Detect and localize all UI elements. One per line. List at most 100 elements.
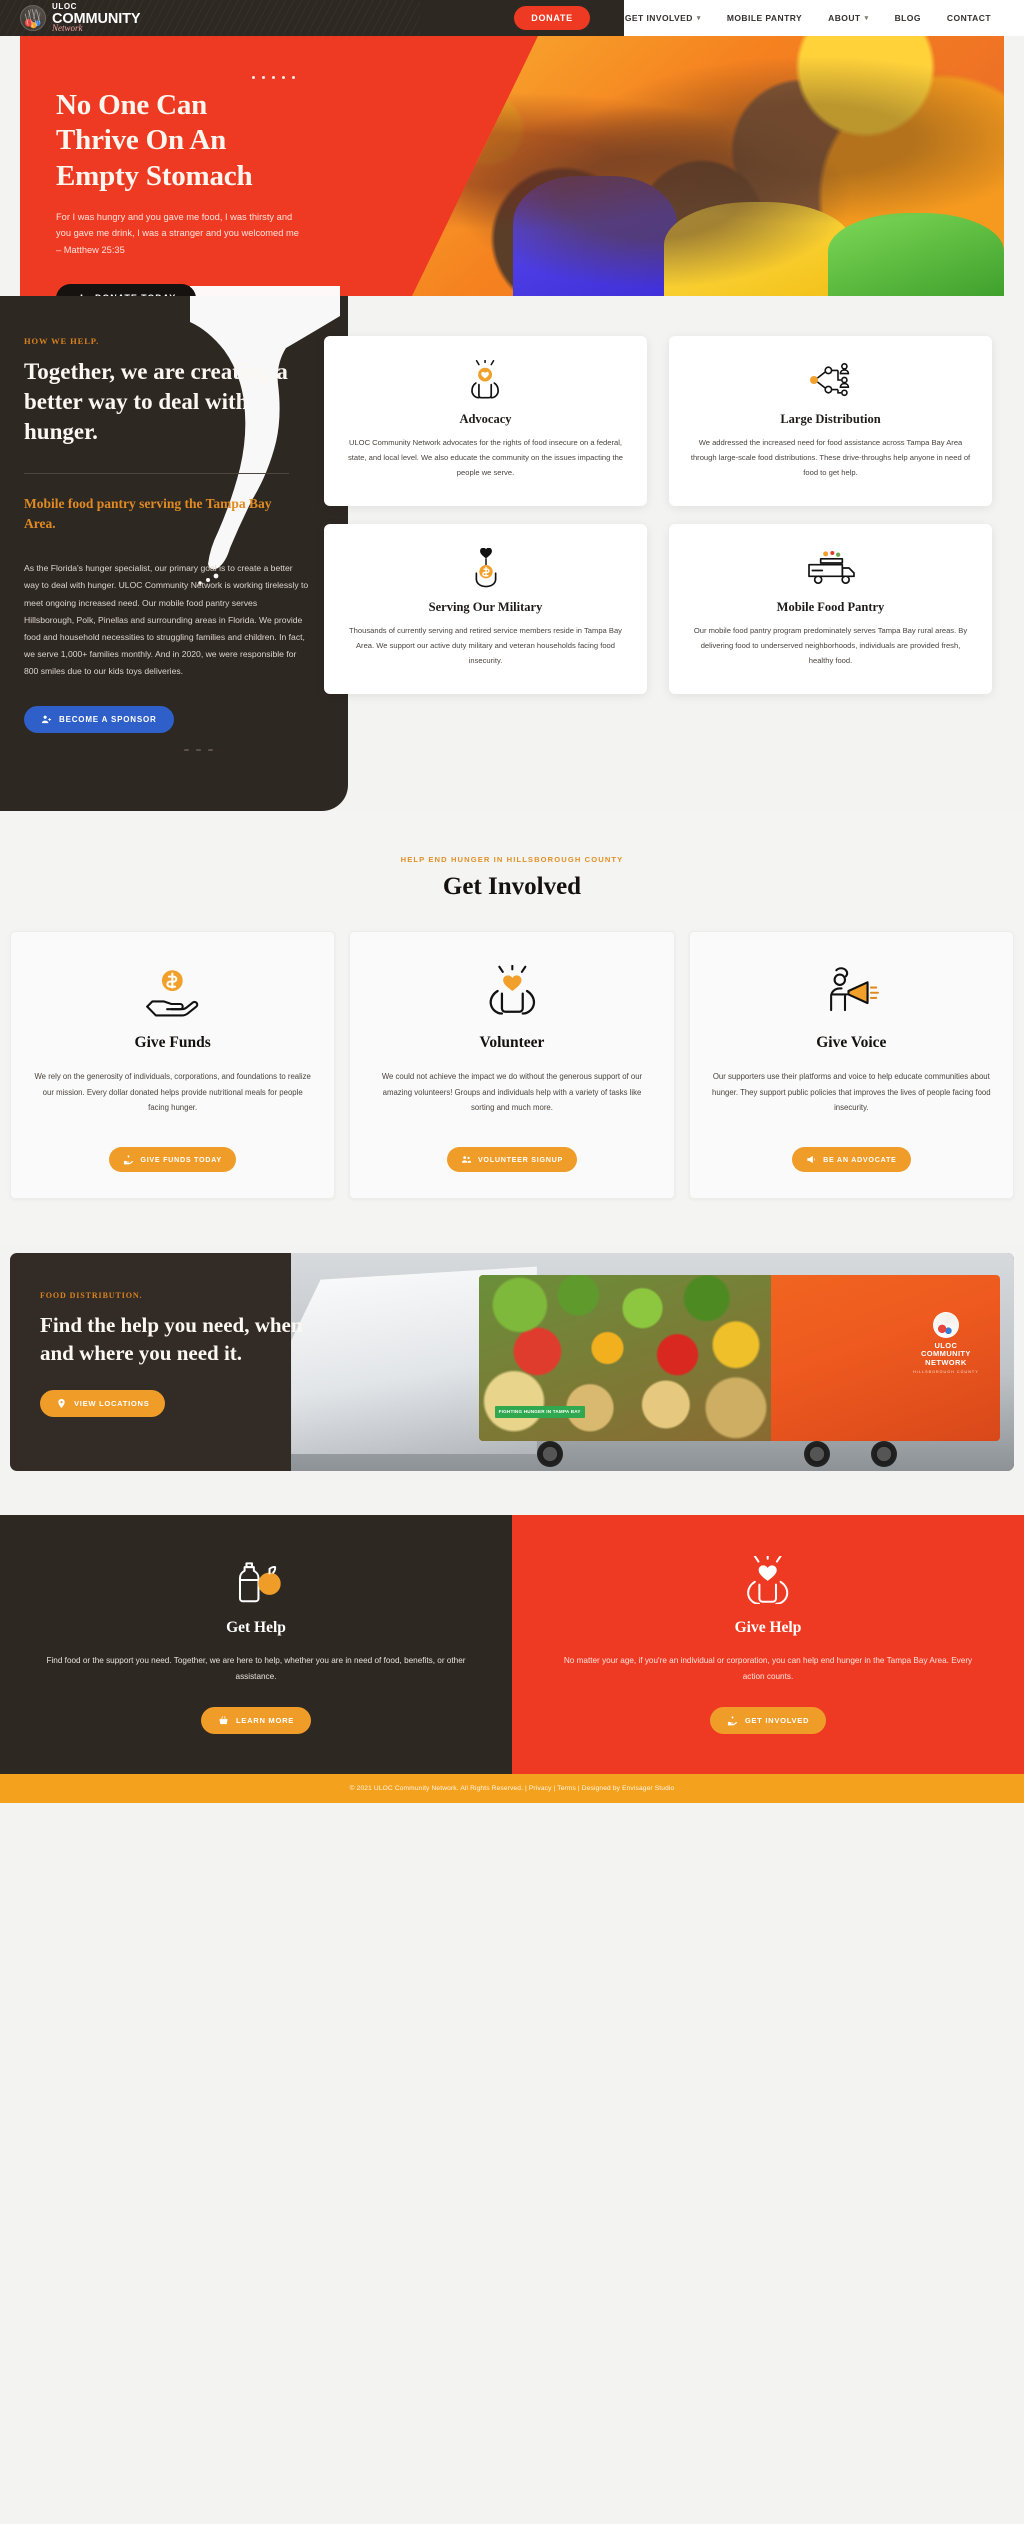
hero-photo-shape (663, 202, 853, 296)
hand-holding-heart-icon (727, 1715, 738, 1726)
bullhorn-icon (806, 1154, 817, 1165)
get-involved-card-body: Our supporters use their platforms and v… (712, 1072, 991, 1112)
help-card-body: Thousands of currently serving and retir… (349, 626, 622, 665)
nav-label: GET INVOLVED (624, 13, 693, 23)
truck-brand-line-3: NETWORK (925, 1357, 967, 1367)
how-we-help-section: HOW WE HELP. Together, we are creating a… (0, 286, 1024, 812)
nav-label: ABOUT (828, 13, 861, 23)
hand-holding-dollar-icon (33, 960, 312, 1022)
site-header: ULOC COMMUNITY Network DONATE GET INVOLV… (0, 0, 1024, 36)
help-card-body: Our mobile food pantry program predomina… (693, 626, 968, 665)
giving-hands-heart-icon (552, 1551, 984, 1609)
site-logo[interactable]: ULOC COMMUNITY Network (20, 1, 141, 34)
military-heart-coin-icon (344, 546, 627, 590)
get-involved-button[interactable]: GET INVOLVED (709, 1707, 827, 1735)
get-help-title: Get Help (226, 1619, 286, 1637)
help-card-large-distribution[interactable]: Large Distribution We addressed the incr… (669, 336, 992, 506)
hand-holding-heart-icon (76, 293, 87, 296)
nav-item-about[interactable]: ABOUT ▾ (815, 13, 881, 23)
get-involved-title: Get Involved (442, 873, 582, 901)
users-icon (461, 1154, 472, 1165)
nav-label: BLOG (894, 13, 921, 23)
view-locations-label: VIEW LOCATIONS (74, 1398, 150, 1408)
globe-logo-icon (932, 1311, 959, 1338)
learn-more-button[interactable]: LEARN MORE (200, 1707, 312, 1735)
truck-graphic: FIGHTING HUNGER IN TAMPA BAY ULOC COMMUN… (479, 1275, 1000, 1441)
carousel-indicator[interactable] (24, 733, 372, 752)
get-involved-card-body: We could not achieve the impact we do wi… (381, 1072, 643, 1112)
get-involved-card-give-funds[interactable]: Give Funds We rely on the generosity of … (10, 931, 336, 1200)
how-we-help-subtitle: Mobile food pantry serving the Tampa Bay… (24, 495, 272, 531)
help-card-body: ULOC Community Network advocates for the… (347, 438, 624, 477)
distribution-network-icon (689, 358, 972, 402)
nav-item-blog[interactable]: BLOG (882, 13, 934, 23)
food-distribution-title: Find the help you need, when and where y… (40, 1313, 303, 1366)
help-card-title: Large Distribution (780, 412, 881, 426)
truck-wheels (508, 1437, 985, 1468)
hero-photo-shape (827, 212, 1004, 296)
footer-copyright[interactable]: © 2021 ULOC Community Network. All Right… (0, 1785, 1024, 1792)
volunteer-hands-heart-icon (372, 960, 651, 1022)
divider (24, 472, 289, 474)
logo-line-1: ULOC (52, 1, 78, 11)
how-we-help-eyebrow: HOW WE HELP. (24, 336, 100, 346)
chevron-down-icon: ▾ (696, 15, 701, 22)
get-involved-card-title: Give Voice (816, 1034, 887, 1052)
help-card-body: We addressed the increased need for food… (690, 438, 971, 477)
logo-wordmark: ULOC COMMUNITY Network (52, 1, 141, 34)
volunteer-signup-label: VOLUNTEER SIGNUP (477, 1155, 564, 1165)
globe-logo-icon (20, 5, 46, 31)
donate-button[interactable]: DONATE (514, 6, 590, 30)
get-involved-cards: Give Funds We rely on the generosity of … (10, 931, 1014, 1200)
help-split-section: Get Help Find food or the support you ne… (0, 1515, 1024, 1775)
donate-today-button[interactable]: DONATE TODAY (56, 283, 197, 296)
get-involved-section: HELP END HUNGER IN HILLSBOROUGH COUNTY G… (0, 811, 1024, 1244)
get-help-body: Find food or the support you need. Toget… (46, 1656, 466, 1682)
get-involved-card-volunteer[interactable]: Volunteer We could not achieve the impac… (349, 931, 675, 1200)
basket-icon (218, 1715, 229, 1726)
help-card-serving-our-military[interactable]: Serving Our Military Thousands of curren… (324, 524, 647, 694)
map-marker-icon (56, 1398, 67, 1409)
learn-more-label: LEARN MORE (235, 1716, 295, 1726)
site-footer: © 2021 ULOC Community Network. All Right… (0, 1774, 1024, 1804)
hero-banner: No One Can Thrive On An Empty Stomach Fo… (20, 36, 1004, 296)
help-card-mobile-food-pantry[interactable]: Mobile Food Pantry Our mobile food pantr… (669, 524, 992, 694)
view-locations-button[interactable]: VIEW LOCATIONS (40, 1389, 166, 1417)
megaphone-person-icon (712, 960, 991, 1022)
become-a-sponsor-button[interactable]: BECOME A SPONSOR (24, 706, 174, 734)
become-a-sponsor-label: BECOME A SPONSOR (59, 715, 157, 725)
nav-item-get-involved[interactable]: GET INVOLVED ▾ (612, 13, 714, 23)
hero-children-photo (412, 36, 1004, 296)
help-card-title: Advocacy (459, 412, 512, 426)
hero-photo-shape (512, 176, 677, 296)
help-card-advocacy[interactable]: Advocacy ULOC Community Network advocate… (324, 336, 647, 506)
help-card-title: Mobile Food Pantry (776, 600, 885, 614)
hero-title-line-1: No One Can (56, 89, 208, 121)
hero-title-line-2: Thrive On An (56, 124, 227, 157)
hero-subtitle: For I was hungry and you gave me food, I… (56, 212, 299, 255)
hero-title-line-3: Empty Stomach (56, 159, 253, 192)
get-involved-card-give-voice[interactable]: Give Voice Our supporters use their plat… (688, 931, 1014, 1200)
nav-item-mobile-pantry[interactable]: MOBILE PANTRY (714, 13, 815, 23)
donate-today-label: DONATE TODAY (95, 293, 176, 296)
give-funds-today-button[interactable]: GIVE FUNDS TODAY (109, 1147, 236, 1173)
how-we-help-cards: Advocacy ULOC Community Network advocate… (324, 336, 992, 694)
give-help-panel: Give Help No matter your age, if you're … (512, 1515, 1024, 1775)
chevron-down-icon: ▾ (864, 15, 869, 22)
advocacy-hand-heart-icon (344, 358, 627, 402)
how-we-help-title: Together, we are creating a better way t… (24, 359, 288, 444)
hand-holding-heart-icon (123, 1154, 134, 1165)
homepage: ULOC COMMUNITY Network DONATE GET INVOLV… (0, 0, 1024, 1804)
hero-title: No One Can Thrive On An Empty Stomach (56, 88, 350, 194)
truck-brand: ULOC COMMUNITY NETWORK HILLSBOROUGH COUN… (913, 1311, 979, 1374)
nav-label: MOBILE PANTRY (726, 13, 803, 23)
give-help-title: Give Help (734, 1619, 802, 1637)
truck-label-text: FIGHTING HUNGER IN TAMPA BAY (498, 1408, 581, 1414)
nav-item-contact[interactable]: CONTACT (934, 13, 1004, 23)
get-involved-eyebrow: HELP END HUNGER IN HILLSBOROUGH COUNTY (400, 855, 624, 865)
food-truck-icon (689, 546, 972, 590)
be-an-advocate-button[interactable]: BE AN ADVOCATE (792, 1147, 911, 1173)
volunteer-signup-button[interactable]: VOLUNTEER SIGNUP (446, 1147, 578, 1173)
food-distribution-section: FIGHTING HUNGER IN TAMPA BAY ULOC COMMUN… (10, 1253, 1014, 1472)
food-truck-photo: FIGHTING HUNGER IN TAMPA BAY ULOC COMMUN… (291, 1253, 1014, 1472)
